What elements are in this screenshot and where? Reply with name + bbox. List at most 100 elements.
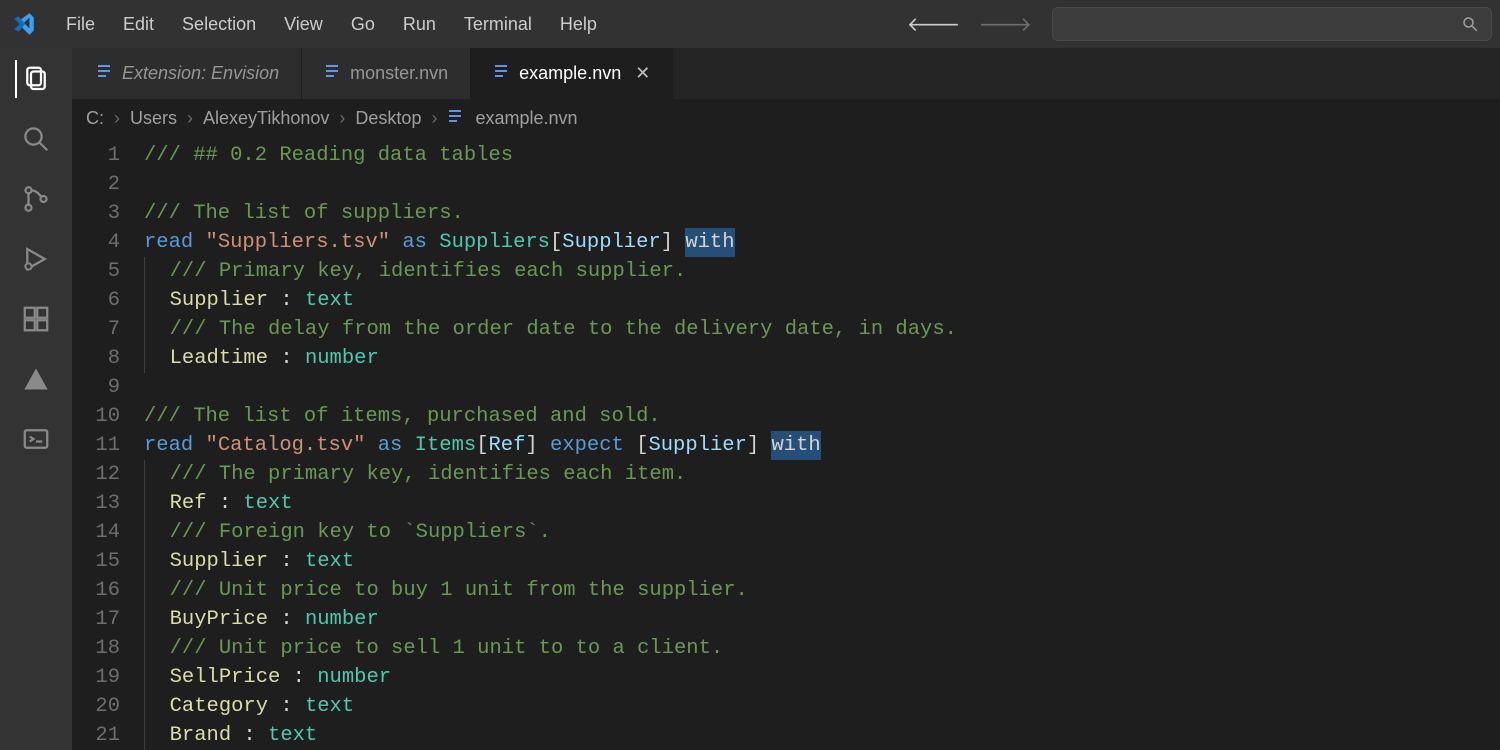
code-line[interactable]: SellPrice : number xyxy=(144,663,1500,692)
indent-guide xyxy=(144,315,145,344)
breadcrumb-segment[interactable]: C: xyxy=(86,108,104,129)
code-line[interactable]: /// Unit price to sell 1 unit to to a cl… xyxy=(144,634,1500,663)
breadcrumb[interactable]: C:›Users›AlexeyTikhonov›Desktop›example.… xyxy=(72,99,1500,137)
token-type: number xyxy=(305,605,379,634)
token-comment: /// ## 0.2 Reading data tables xyxy=(144,141,513,170)
token-punct: : xyxy=(280,663,317,692)
line-number: 15 xyxy=(72,547,120,576)
chevron-right-icon: › xyxy=(187,108,193,129)
indent-guide xyxy=(144,460,145,489)
code-line[interactable]: /// Unit price to buy 1 unit from the su… xyxy=(144,576,1500,605)
code-line[interactable]: /// Foreign key to `Suppliers`. xyxy=(144,518,1500,547)
code-line[interactable]: Ref : text xyxy=(144,489,1500,518)
code-line[interactable]: Category : text xyxy=(144,692,1500,721)
file-type-icon xyxy=(324,63,340,84)
code-line[interactable]: Supplier : text xyxy=(144,286,1500,315)
code-line[interactable]: Leadtime : number xyxy=(144,344,1500,373)
code-line[interactable]: /// The list of suppliers. xyxy=(144,199,1500,228)
code-line[interactable]: /// The primary key, identifies each ite… xyxy=(144,460,1500,489)
code-editor[interactable]: 123456789101112131415161718192021 /// ##… xyxy=(72,137,1500,750)
token-type: number xyxy=(317,663,391,692)
token-keyword: read xyxy=(144,228,206,257)
token-comment: /// The list of items, purchased and sol… xyxy=(144,402,661,431)
close-icon[interactable]: ✕ xyxy=(635,63,650,84)
tab-monster-nvn[interactable]: monster.nvn xyxy=(302,48,471,99)
line-number: 4 xyxy=(72,228,120,257)
token-punct: : xyxy=(207,489,244,518)
token-comment: /// The delay from the order date to the… xyxy=(170,315,957,344)
code-line[interactable] xyxy=(144,170,1500,199)
code-line[interactable]: read "Suppliers.tsv" as Suppliers[Suppli… xyxy=(144,228,1500,257)
code-line[interactable]: Brand : text xyxy=(144,721,1500,750)
token-punct: [ xyxy=(476,431,488,460)
line-number: 10 xyxy=(72,402,120,431)
token-comment: /// Primary key, identifies each supplie… xyxy=(170,257,687,286)
app-logo xyxy=(8,11,40,37)
menu-item-selection[interactable]: Selection xyxy=(168,8,270,41)
line-number: 9 xyxy=(72,373,120,402)
token-comment: /// The primary key, identifies each ite… xyxy=(170,460,687,489)
breadcrumb-segment[interactable]: Users xyxy=(130,108,177,129)
triangle-icon[interactable] xyxy=(17,360,55,398)
code-content[interactable]: /// ## 0.2 Reading data tables /// The li… xyxy=(144,141,1500,750)
chevron-right-icon: › xyxy=(431,108,437,129)
menu-item-terminal[interactable]: Terminal xyxy=(450,8,546,41)
token-type: text xyxy=(243,489,292,518)
search-icon[interactable] xyxy=(17,120,55,158)
code-line[interactable]: read "Catalog.tsv" as Items[Ref] expect … xyxy=(144,431,1500,460)
command-center-search[interactable] xyxy=(1052,7,1492,41)
line-number: 21 xyxy=(72,721,120,750)
line-number: 19 xyxy=(72,663,120,692)
line-number: 3 xyxy=(72,199,120,228)
menu-item-view[interactable]: View xyxy=(270,8,337,41)
code-line[interactable]: BuyPrice : number xyxy=(144,605,1500,634)
tab-example-nvn[interactable]: example.nvn✕ xyxy=(471,48,673,99)
source-control-icon[interactable] xyxy=(17,180,55,218)
code-line[interactable] xyxy=(144,373,1500,402)
menu-item-file[interactable]: File xyxy=(52,8,109,41)
search-icon xyxy=(1461,15,1479,33)
token-type: number xyxy=(305,344,379,373)
nav-forward-icon[interactable]: 🡒 xyxy=(978,12,1032,37)
token-type: text xyxy=(305,547,354,576)
token-punct: ] xyxy=(525,431,550,460)
line-number: 7 xyxy=(72,315,120,344)
extensions-icon[interactable] xyxy=(17,300,55,338)
explorer-icon[interactable] xyxy=(15,60,55,98)
terminal-icon[interactable] xyxy=(17,420,55,458)
line-number: 12 xyxy=(72,460,120,489)
chevron-right-icon: › xyxy=(114,108,120,129)
token-ref: Supplier xyxy=(562,228,660,257)
indent-guide xyxy=(144,576,145,605)
token-punct: ] xyxy=(747,431,772,460)
token-punct: [ xyxy=(636,431,648,460)
code-line[interactable]: /// Primary key, identifies each supplie… xyxy=(144,257,1500,286)
menu-item-go[interactable]: Go xyxy=(337,8,389,41)
token-field: BuyPrice xyxy=(170,605,268,634)
breadcrumb-file[interactable]: example.nvn xyxy=(475,108,577,129)
main-menu: FileEditSelectionViewGoRunTerminalHelp xyxy=(52,8,611,41)
line-number: 17 xyxy=(72,605,120,634)
line-number: 16 xyxy=(72,576,120,605)
code-line[interactable]: /// ## 0.2 Reading data tables xyxy=(144,141,1500,170)
tab-extension-envision[interactable]: Extension: Envision xyxy=(72,48,302,99)
token-punct: : xyxy=(231,721,268,750)
token-field: Supplier xyxy=(170,547,268,576)
token-type: text xyxy=(305,286,354,315)
nav-back-icon[interactable]: 🡐 xyxy=(907,12,961,37)
code-line[interactable]: /// The list of items, purchased and sol… xyxy=(144,402,1500,431)
menu-item-help[interactable]: Help xyxy=(546,8,611,41)
indent-guide xyxy=(144,663,145,692)
breadcrumb-segment[interactable]: AlexeyTikhonov xyxy=(203,108,329,129)
breadcrumb-segment[interactable]: Desktop xyxy=(355,108,421,129)
nav-arrows: 🡐 🡒 xyxy=(907,12,1032,37)
line-number: 18 xyxy=(72,634,120,663)
code-line[interactable]: Supplier : text xyxy=(144,547,1500,576)
code-line[interactable]: /// The delay from the order date to the… xyxy=(144,315,1500,344)
run-debug-icon[interactable] xyxy=(17,240,55,278)
line-number: 6 xyxy=(72,286,120,315)
menu-item-edit[interactable]: Edit xyxy=(109,8,168,41)
menu-item-run[interactable]: Run xyxy=(389,8,450,41)
token-ref: Ref xyxy=(489,431,526,460)
line-number: 1 xyxy=(72,141,120,170)
